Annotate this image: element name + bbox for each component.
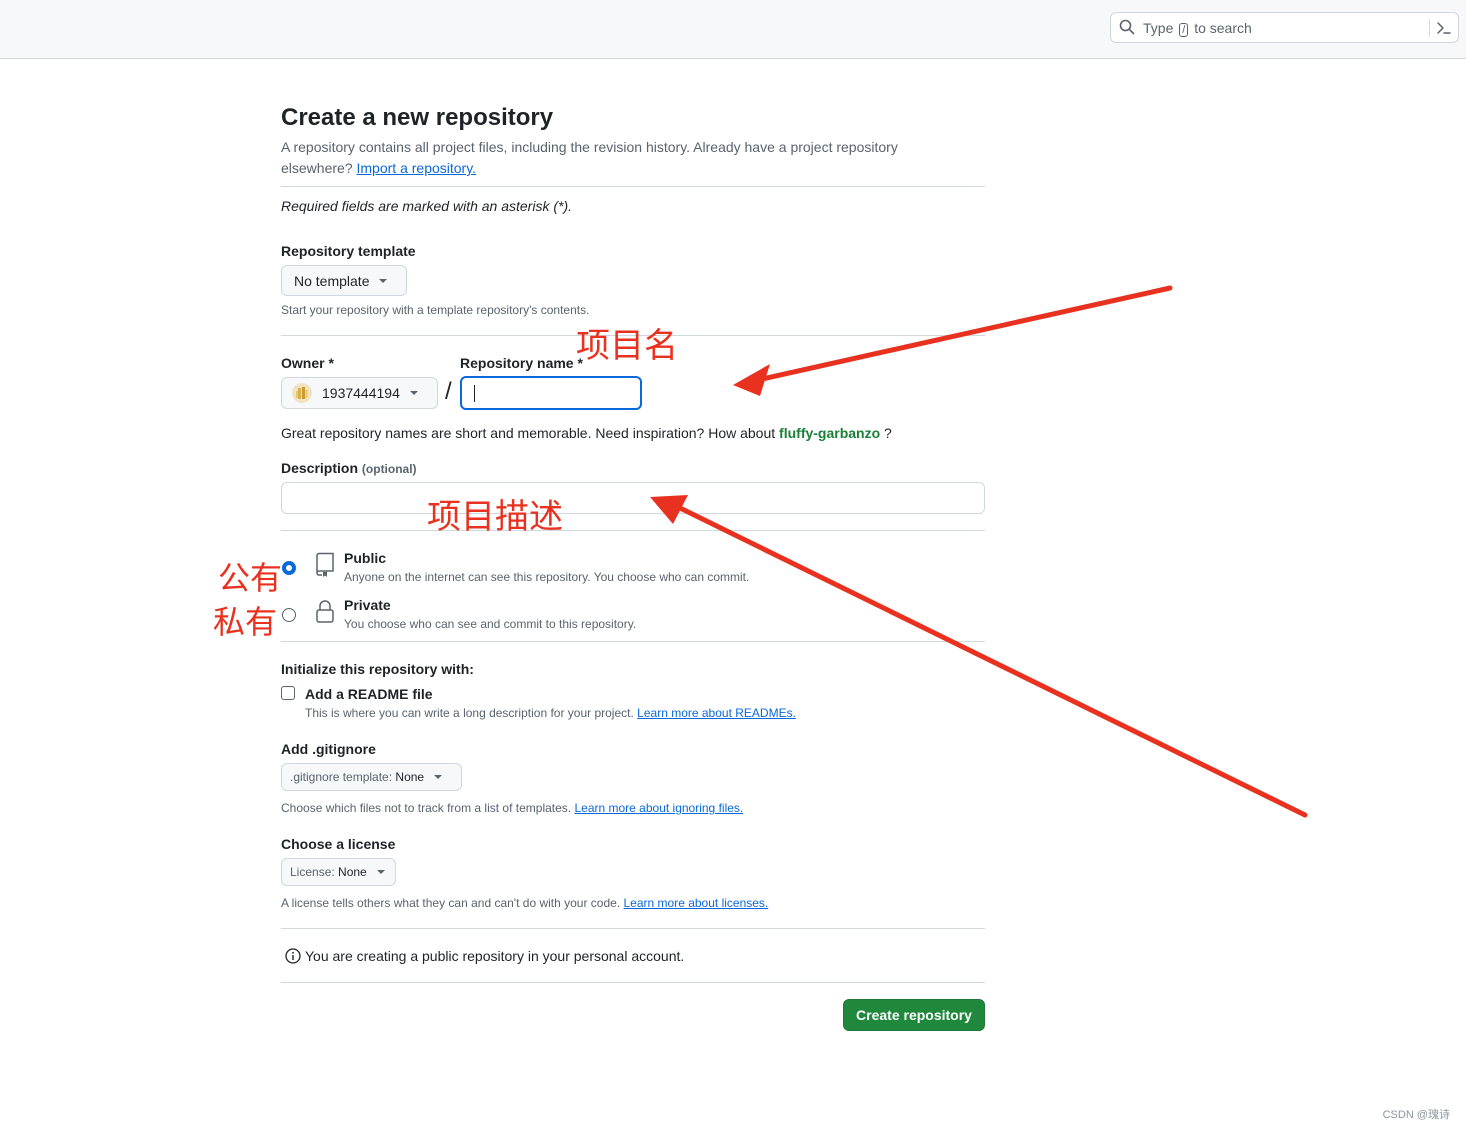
arrow-to-description bbox=[650, 495, 1308, 818]
annotation-private: 私有 bbox=[213, 603, 278, 641]
annotation-description: 项目描述 bbox=[427, 497, 563, 537]
annotation-public: 公有 bbox=[218, 559, 283, 597]
watermark: CSDN @瑰诗 bbox=[1382, 1109, 1450, 1121]
annotation-repo-name: 项目名 bbox=[576, 326, 678, 366]
arrow-to-repo-name bbox=[733, 285, 1173, 396]
